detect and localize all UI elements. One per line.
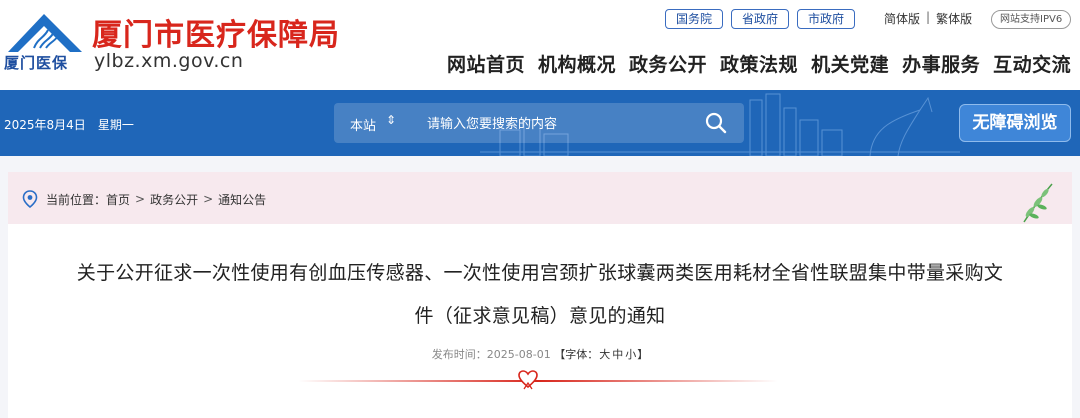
nav-overview[interactable]: 机构概况 — [538, 50, 616, 77]
heart-knot-icon — [518, 370, 538, 390]
font-size-large[interactable]: 大 — [599, 348, 610, 361]
publish-label: 发布时间： — [431, 348, 487, 361]
font-size-close: 】 — [637, 348, 649, 361]
top-link-state-council[interactable]: 国务院 — [665, 9, 724, 29]
nav-home[interactable]: 网站首页 — [447, 50, 525, 77]
publish-date: 2025-08-01 — [486, 348, 551, 361]
date-text: 2025年8月4日 — [4, 118, 86, 132]
nav-interaction[interactable]: 互动交流 — [993, 50, 1071, 77]
font-size-small[interactable]: 小 — [625, 348, 636, 361]
article-title-line1: 关于公开征求一次性使用有创血压传感器、一次性使用宫颈扩张球囊两类医用耗材全省性联… — [76, 262, 1004, 284]
breadcrumb-government-affairs[interactable]: 政务公开 — [150, 191, 198, 208]
search-icon[interactable] — [704, 111, 728, 135]
font-size-medium[interactable]: 中 — [612, 348, 623, 361]
breadcrumb-bar: 当前位置： 首页 > 政务公开 > 通知公告 — [8, 172, 1072, 224]
top-links: 国务院 省政府 市政府 — [665, 9, 856, 29]
lang-separator: | — [926, 10, 931, 24]
article-card: 当前位置： 首页 > 政务公开 > 通知公告 关于公开征求一次性使用有创血压传感… — [8, 172, 1072, 418]
breadcrumb-separator: > — [135, 192, 146, 206]
top-link-city[interactable]: 市政府 — [797, 9, 856, 29]
font-size-label: 【字体： — [554, 348, 599, 361]
lang-simplified[interactable]: 简体版 — [884, 10, 920, 27]
breadcrumb-notices[interactable]: 通知公告 — [218, 191, 266, 208]
toolbar: 2025年8月4日 星期一 本站 ⇕ 无障碍浏览 — [0, 90, 1080, 156]
weekday-text: 星期一 — [97, 118, 134, 132]
leaf-decoration-icon — [1023, 183, 1053, 223]
breadcrumb-home[interactable]: 首页 — [106, 191, 130, 208]
breadcrumb: 当前位置： 首页 > 政务公开 > 通知公告 — [22, 190, 266, 208]
article-title: 关于公开征求一次性使用有创血压传感器、一次性使用宫颈扩张球囊两类医用耗材全省性联… — [8, 252, 1072, 338]
site-name[interactable]: 厦门市医疗保障局 — [92, 10, 340, 54]
logo-text: 厦门医保 — [4, 54, 69, 72]
article-meta: 发布时间：2025-08-01 【字体：大中小】 — [8, 346, 1072, 362]
search-box: 本站 ⇕ — [334, 103, 744, 143]
article-title-line2: 件（征求意见稿）意见的通知 — [414, 305, 666, 327]
nav-policies[interactable]: 政策法规 — [720, 50, 798, 77]
nav-party-building[interactable]: 机关党建 — [811, 50, 889, 77]
search-input[interactable] — [427, 115, 677, 133]
breadcrumb-separator: > — [203, 192, 214, 206]
site-domain: ylbz.xm.gov.cn — [94, 50, 244, 72]
top-link-province[interactable]: 省政府 — [731, 9, 790, 29]
language-switch: 简体版 | 繁体版 — [884, 10, 972, 27]
nav-government-affairs[interactable]: 政务公开 — [629, 50, 707, 77]
current-date: 2025年8月4日 星期一 — [4, 116, 134, 133]
chevron-updown-icon[interactable]: ⇕ — [386, 113, 396, 127]
nav-services[interactable]: 办事服务 — [902, 50, 980, 77]
location-pin-icon — [22, 190, 38, 208]
accessibility-button[interactable]: 无障碍浏览 — [959, 104, 1071, 142]
lang-traditional[interactable]: 繁体版 — [936, 10, 972, 27]
site-header: 厦门医保 厦门市医疗保障局 ylbz.xm.gov.cn 国务院 省政府 市政府… — [0, 0, 1080, 90]
main-nav: 网站首页 机构概况 政务公开 政策法规 机关党建 办事服务 互动交流 — [447, 50, 1071, 77]
breadcrumb-prefix: 当前位置： — [46, 192, 107, 207]
ipv6-badge: 网站支持IPV6 — [991, 10, 1072, 29]
search-scope-select[interactable]: 本站 — [350, 115, 376, 134]
page: 厦门医保 厦门市医疗保障局 ylbz.xm.gov.cn 国务院 省政府 市政府… — [0, 0, 1080, 418]
